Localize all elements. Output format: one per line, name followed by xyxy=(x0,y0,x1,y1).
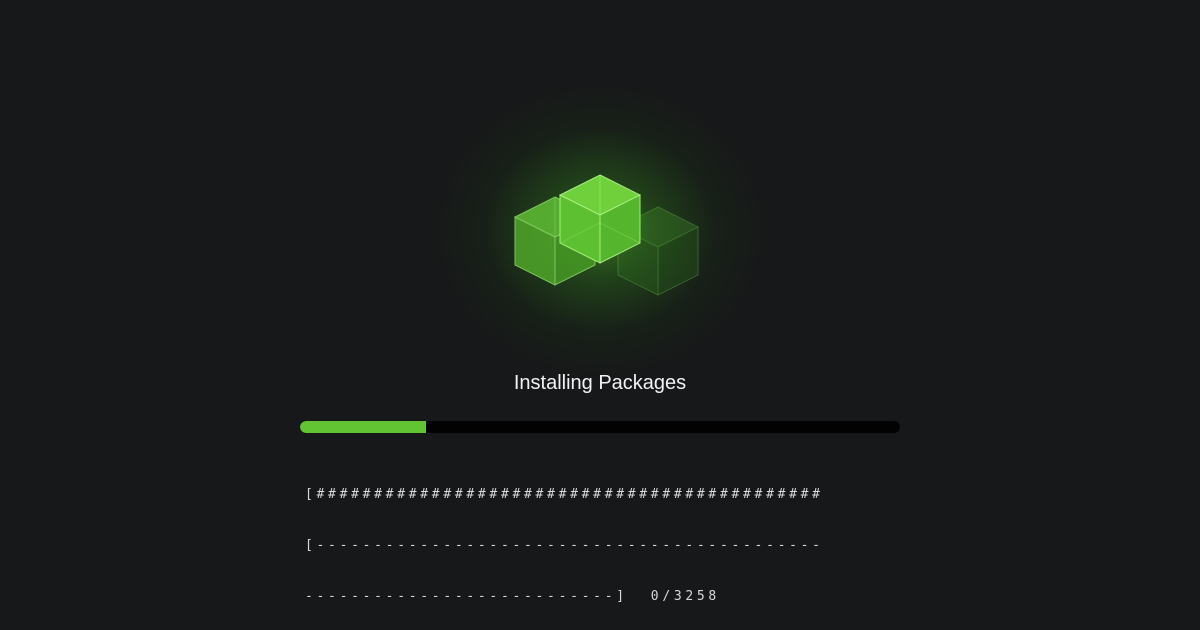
terminal-output: [#######################################… xyxy=(305,452,885,630)
progress-bar xyxy=(300,421,900,433)
package-cubes-icon xyxy=(513,174,700,296)
progress-bar-fill xyxy=(300,421,426,433)
terminal-line-hashes: [#######################################… xyxy=(305,487,824,502)
terminal-line-counter: ---------------------------] 0/3258 xyxy=(305,589,720,604)
page-title: Installing Packages xyxy=(513,372,687,394)
installer-screen: Installing Packages [###################… xyxy=(0,0,1200,630)
terminal-line-dashes: [---------------------------------------… xyxy=(305,538,824,553)
